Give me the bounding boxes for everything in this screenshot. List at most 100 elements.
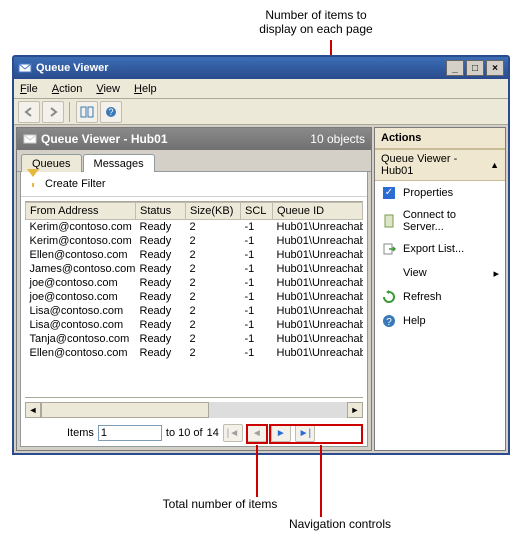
tab-messages[interactable]: Messages (83, 154, 155, 172)
menu-action[interactable]: Action (52, 83, 83, 95)
pager-last-button[interactable]: ►| (295, 424, 315, 442)
actions-pane: Actions Queue Viewer - Hub01 ▲ ✓ Propert… (374, 127, 506, 451)
close-button[interactable]: × (486, 60, 504, 76)
server-icon (381, 213, 397, 229)
pager: Items to 10 of 14 |◄ ◄ ► ►| (21, 420, 367, 446)
callout-line-total (256, 445, 258, 497)
pager-first-button[interactable]: |◄ (223, 424, 243, 442)
pager-next-button[interactable]: ► (271, 424, 291, 442)
col-scl[interactable]: SCL (241, 203, 273, 220)
properties-icon: ✓ (381, 185, 397, 201)
callout-line-nav (320, 445, 322, 517)
horizontal-scrollbar[interactable]: ◄ ► (25, 402, 363, 418)
table-row[interactable]: joe@contoso.comReady2-1Hub01\Unreachable (26, 276, 363, 290)
cell-queue: Hub01\Unreachable (273, 234, 363, 248)
table-row[interactable]: Lisa@contoso.comReady2-1Hub01\Unreachabl… (26, 304, 363, 318)
maximize-button[interactable]: □ (466, 60, 484, 76)
action-help[interactable]: ? Help (375, 309, 505, 333)
cell-queue: Hub01\Unreachable (273, 318, 363, 332)
action-refresh[interactable]: Refresh (375, 285, 505, 309)
toolbar-forward-button[interactable] (42, 101, 64, 123)
scroll-right-arrow[interactable]: ► (347, 402, 363, 418)
annotation-total: Total number of items (150, 497, 290, 511)
cell-from: James@contoso.com (26, 262, 136, 276)
pager-items-label: Items (67, 427, 94, 439)
cell-status: Ready (136, 262, 186, 276)
cell-queue: Hub01\Unreachable (273, 220, 363, 235)
pane-header: Queue Viewer - Hub01 10 objects (17, 128, 371, 150)
left-pane: Queue Viewer - Hub01 10 objects Queues M… (16, 127, 372, 451)
annotation-top-line2: display on each page (241, 22, 391, 36)
cell-status: Ready (136, 276, 186, 290)
message-grid: From Address Status Size(KB) SCL Queue I… (25, 202, 363, 360)
action-help-label: Help (403, 315, 426, 327)
table-row[interactable]: Kerim@contoso.comReady2-1Hub01\Unreachab… (26, 234, 363, 248)
app-window: Queue Viewer _ □ × File Action View Help (12, 55, 510, 455)
minimize-button[interactable]: _ (446, 60, 464, 76)
cell-status: Ready (136, 318, 186, 332)
table-row[interactable]: Lisa@contoso.comReady2-1Hub01\Unreachabl… (26, 318, 363, 332)
cell-size: 2 (186, 332, 241, 346)
table-row[interactable]: Ellen@contoso.comReady2-1Hub01\Unreachab… (26, 248, 363, 262)
action-export[interactable]: Export List... (375, 237, 505, 261)
cell-from: Tanja@contoso.com (26, 332, 136, 346)
table-row[interactable]: Tanja@contoso.comReady2-1Hub01\Unreachab… (26, 332, 363, 346)
cell-scl: -1 (241, 346, 273, 360)
cell-size: 2 (186, 220, 241, 235)
menu-view[interactable]: View (96, 83, 120, 95)
scroll-left-arrow[interactable]: ◄ (25, 402, 41, 418)
cell-scl: -1 (241, 248, 273, 262)
annotation-top-line1: Number of items to (241, 8, 391, 22)
export-icon (381, 241, 397, 257)
cell-queue: Hub01\Unreachable (273, 304, 363, 318)
cell-from: Kerim@contoso.com (26, 234, 136, 248)
cell-queue: Hub01\Unreachable (273, 290, 363, 304)
cell-size: 2 (186, 276, 241, 290)
cell-scl: -1 (241, 234, 273, 248)
tab-content: Create Filter From Address Status Size(K… (20, 172, 368, 447)
action-properties[interactable]: ✓ Properties (375, 181, 505, 205)
action-view[interactable]: View ▸ (375, 261, 505, 285)
cell-scl: -1 (241, 290, 273, 304)
window-titlebar: Queue Viewer _ □ × (14, 57, 508, 79)
col-size[interactable]: Size(KB) (186, 203, 241, 220)
cell-status: Ready (136, 234, 186, 248)
table-row[interactable]: James@contoso.comReady2-1Hub01\Unreachab… (26, 262, 363, 276)
actions-header: Actions (375, 128, 505, 149)
svg-text:?: ? (108, 107, 113, 117)
create-filter-link[interactable]: Create Filter (45, 178, 106, 190)
collapse-icon[interactable]: ▲ (490, 160, 499, 170)
filter-icon (27, 177, 41, 191)
cell-size: 2 (186, 290, 241, 304)
col-status[interactable]: Status (136, 203, 186, 220)
table-row[interactable]: joe@contoso.comReady2-1Hub01\Unreachable (26, 290, 363, 304)
pager-prev-button[interactable]: ◄ (247, 424, 267, 442)
cell-from: Lisa@contoso.com (26, 304, 136, 318)
app-icon (18, 61, 32, 75)
cell-queue: Hub01\Unreachable (273, 346, 363, 360)
pager-start-input[interactable] (98, 425, 162, 441)
table-row[interactable]: Kerim@contoso.comReady2-1Hub01\Unreachab… (26, 220, 363, 235)
action-refresh-label: Refresh (403, 291, 442, 303)
cell-scl: -1 (241, 332, 273, 346)
menu-help[interactable]: Help (134, 83, 157, 95)
col-from[interactable]: From Address (26, 203, 136, 220)
toolbar-back-button[interactable] (18, 101, 40, 123)
pane-header-icon (23, 132, 37, 146)
cell-scl: -1 (241, 304, 273, 318)
toolbar-panes-button[interactable] (76, 101, 98, 123)
cell-from: Kerim@contoso.com (26, 220, 136, 235)
menu-file[interactable]: File (20, 83, 38, 95)
actions-subheader-text: Queue Viewer - Hub01 (381, 153, 490, 177)
tabstrip: Queues Messages (17, 150, 371, 172)
cell-scl: -1 (241, 276, 273, 290)
action-view-label: View (403, 267, 427, 279)
action-connect[interactable]: Connect to Server... (375, 205, 505, 237)
window-title: Queue Viewer (36, 62, 109, 74)
action-export-label: Export List... (403, 243, 464, 255)
scroll-thumb[interactable] (41, 402, 209, 418)
toolbar-help-button[interactable]: ? (100, 101, 122, 123)
col-queue[interactable]: Queue ID (273, 203, 363, 220)
blank-icon (381, 265, 397, 281)
table-row[interactable]: Ellen@contoso.comReady2-1Hub01\Unreachab… (26, 346, 363, 360)
